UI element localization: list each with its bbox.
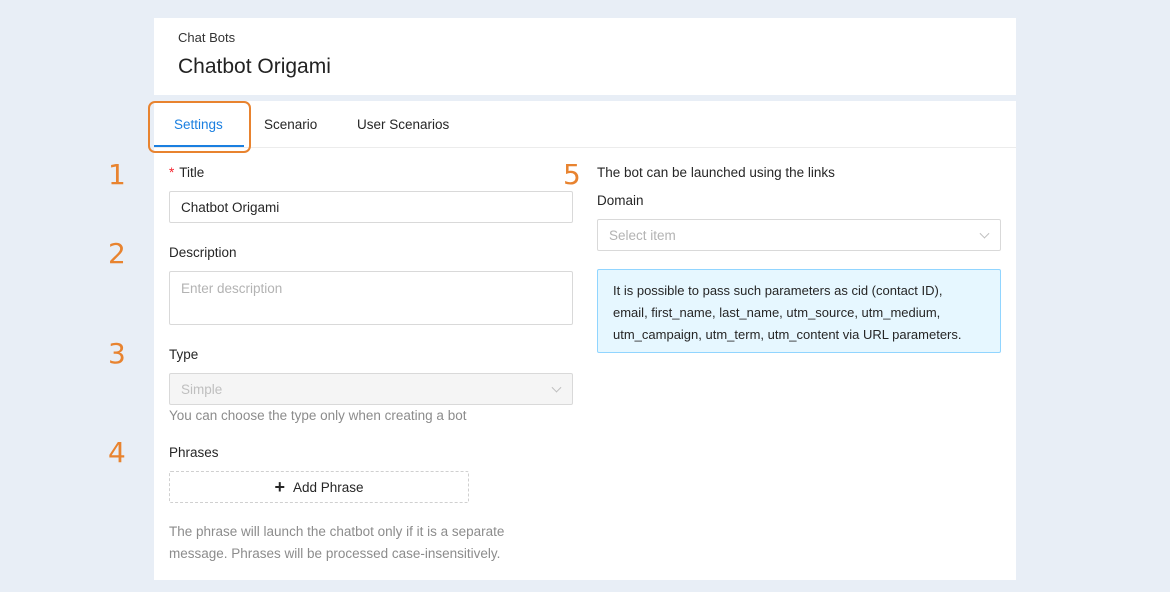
tab-active-indicator <box>154 145 244 147</box>
info-line-2: email, first_name, last_name, utm_source… <box>613 305 941 320</box>
breadcrumb[interactable]: Chat Bots <box>178 30 235 45</box>
domain-select-placeholder: Select item <box>609 227 676 243</box>
chevron-down-icon <box>551 382 562 393</box>
step-number-4: 4 <box>108 436 126 469</box>
domain-select[interactable]: Select item <box>597 219 1001 251</box>
info-line-3: utm_campaign, utm_term, utm_content via … <box>613 327 962 342</box>
step-number-5: 5 <box>563 158 581 191</box>
required-mark: * <box>169 165 175 180</box>
page-title: Chatbot Origami <box>178 55 331 78</box>
step-number-1: 1 <box>108 158 126 191</box>
phrases-hint-line-2: message. Phrases will be processed case-… <box>169 546 501 561</box>
chevron-down-icon <box>979 228 990 239</box>
tab-user-scenarios[interactable]: User Scenarios <box>357 117 449 132</box>
domain-label: Domain <box>597 193 644 208</box>
step-number-3: 3 <box>108 337 126 370</box>
url-parameters-info: It is possible to pass such parameters a… <box>597 269 1001 353</box>
add-phrase-label: Add Phrase <box>292 479 364 495</box>
info-line-1: It is possible to pass such parameters a… <box>613 283 943 298</box>
phrases-hint-line-1: The phrase will launch the chatbot only … <box>169 524 505 539</box>
description-textarea[interactable]: Enter description <box>169 271 573 325</box>
plus-icon: + <box>274 477 285 497</box>
tab-settings[interactable]: Settings <box>174 117 223 132</box>
links-heading: The bot can be launched using the links <box>597 165 835 180</box>
title-input[interactable]: Chatbot Origami <box>169 191 573 223</box>
description-label: Description <box>169 245 237 260</box>
tab-bar: Settings Scenario User Scenarios <box>154 101 1016 148</box>
title-label: * Title <box>169 165 204 180</box>
step-number-2: 2 <box>108 237 126 270</box>
type-select-value: Simple <box>181 381 223 397</box>
type-label: Type <box>169 347 199 362</box>
title-label-text: Title <box>179 165 205 180</box>
type-select: Simple <box>169 373 573 405</box>
phrases-label: Phrases <box>169 445 219 460</box>
type-hint: You can choose the type only when creati… <box>169 408 467 423</box>
page-header: Chat Bots Chatbot Origami <box>154 18 1016 95</box>
tab-scenario[interactable]: Scenario <box>264 117 317 132</box>
phrases-hint: The phrase will launch the chatbot only … <box>169 521 504 565</box>
add-phrase-button[interactable]: + Add Phrase <box>169 471 469 503</box>
